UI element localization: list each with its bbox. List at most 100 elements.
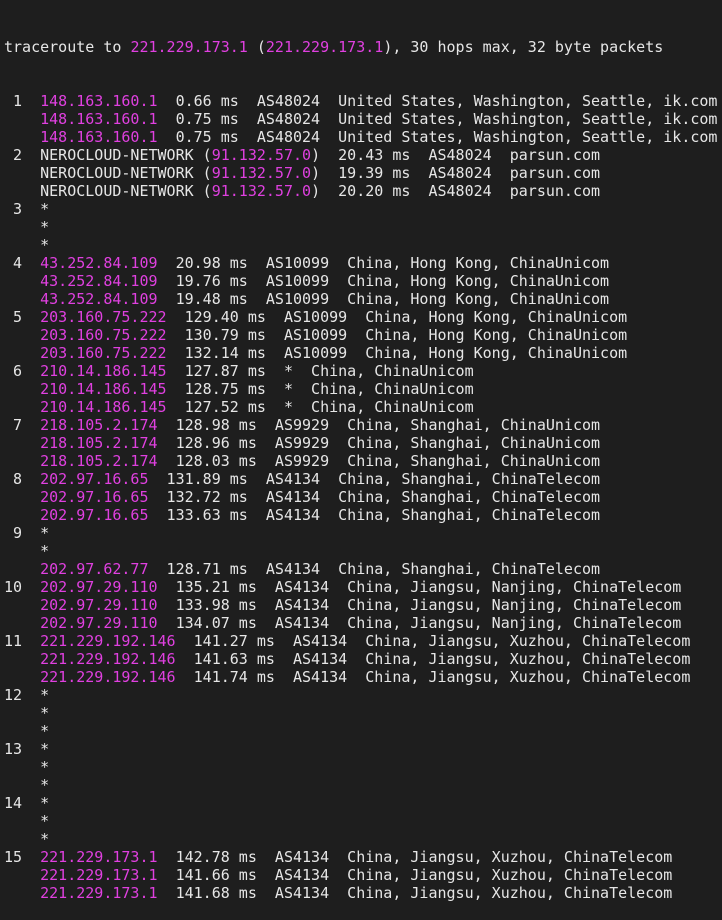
hop-details: 129.40 ms AS10099 China, Hong Kong, Chin…	[166, 308, 628, 326]
hop-line: 148.163.160.1 0.75 ms AS48024 United Sta…	[4, 110, 722, 128]
hop-line: 210.14.186.145 127.52 ms * China, ChinaU…	[4, 398, 722, 416]
hop-prefix	[4, 866, 40, 884]
hop-line: NEROCLOUD-NETWORK (91.132.57.0) 20.20 ms…	[4, 182, 722, 200]
hop-line: 221.229.192.146 141.74 ms AS4134 China, …	[4, 668, 722, 686]
hop-prefix	[4, 884, 40, 902]
hop-ip: 221.229.192.146	[40, 632, 176, 650]
hop-details: 130.79 ms AS10099 China, Hong Kong, Chin…	[166, 326, 628, 344]
hop-details: 127.87 ms * China, ChinaUnicom	[166, 362, 474, 380]
hop-line: 2 NEROCLOUD-NETWORK (91.132.57.0) 20.43 …	[4, 146, 722, 164]
hop-details: 142.78 ms AS4134 China, Jiangsu, Xuzhou,…	[157, 848, 673, 866]
hop-prefix: NEROCLOUD-NETWORK (	[4, 164, 212, 182]
hop-ip: 210.14.186.145	[40, 398, 167, 416]
hop-details: 0.66 ms AS48024 United States, Washingto…	[157, 92, 718, 110]
header-open-paren: (	[247, 38, 266, 56]
hop-line: 15 221.229.173.1 142.78 ms AS4134 China,…	[4, 848, 722, 866]
hop-details: 133.98 ms AS4134 China, Jiangsu, Nanjing…	[157, 596, 682, 614]
target-ip-paren: 221.229.173.1	[265, 38, 384, 56]
hop-ip: 218.105.2.174	[40, 416, 158, 434]
hop-prefix: 14 *	[4, 794, 50, 812]
hop-prefix: 13 *	[4, 740, 50, 758]
hop-prefix	[4, 668, 40, 686]
hop-line: 4 43.252.84.109 20.98 ms AS10099 China, …	[4, 254, 722, 272]
hop-prefix: *	[4, 776, 50, 794]
hop-details: 127.52 ms * China, ChinaUnicom	[166, 398, 474, 416]
hop-line: 218.105.2.174 128.96 ms AS9929 China, Sh…	[4, 434, 722, 452]
hop-line: 210.14.186.145 128.75 ms * China, ChinaU…	[4, 380, 722, 398]
header-suffix: ), 30 hops max, 32 byte packets	[383, 38, 664, 56]
hop-details: 133.63 ms AS4134 China, Shanghai, ChinaT…	[148, 506, 601, 524]
hop-line: 148.163.160.1 0.75 ms AS48024 United Sta…	[4, 128, 722, 146]
hop-line: 202.97.16.65 132.72 ms AS4134 China, Sha…	[4, 488, 722, 506]
hop-line: 202.97.62.77 128.71 ms AS4134 China, Sha…	[4, 560, 722, 578]
target-ip: 221.229.173.1	[130, 38, 248, 56]
hop-details: 134.07 ms AS4134 China, Jiangsu, Nanjing…	[157, 614, 682, 632]
hop-ip: 202.97.29.110	[40, 614, 158, 632]
hop-prefix	[4, 380, 40, 398]
hop-line: 221.229.192.146 141.63 ms AS4134 China, …	[4, 650, 722, 668]
hop-line: 203.160.75.222 132.14 ms AS10099 China, …	[4, 344, 722, 362]
hop-line: 202.97.29.110 133.98 ms AS4134 China, Ji…	[4, 596, 722, 614]
hop-line: *	[4, 776, 722, 794]
hop-ip: 218.105.2.174	[40, 434, 158, 452]
hop-prefix: 6	[4, 362, 41, 380]
hop-prefix: *	[4, 812, 50, 830]
hop-line: 43.252.84.109 19.48 ms AS10099 China, Ho…	[4, 290, 722, 308]
hop-prefix	[4, 326, 40, 344]
hop-line: 10 202.97.29.110 135.21 ms AS4134 China,…	[4, 578, 722, 596]
hop-details: 141.63 ms AS4134 China, Jiangsu, Xuzhou,…	[175, 650, 691, 668]
hop-prefix: NEROCLOUD-NETWORK (	[4, 182, 212, 200]
hop-line: 14 *	[4, 794, 722, 812]
hop-line: NEROCLOUD-NETWORK (91.132.57.0) 19.39 ms…	[4, 164, 722, 182]
hop-ip: 202.97.16.65	[40, 506, 149, 524]
hop-line: 11 221.229.192.146 141.27 ms AS4134 Chin…	[4, 632, 722, 650]
hop-prefix: 3 *	[4, 200, 50, 218]
hop-line: 13 *	[4, 740, 722, 758]
hop-ip: 210.14.186.145	[40, 380, 167, 398]
hop-line: 9 *	[4, 524, 722, 542]
hop-prefix: 4	[4, 254, 41, 272]
hop-prefix: 7	[4, 416, 41, 434]
hop-ip: 91.132.57.0	[211, 164, 312, 182]
hop-details: 128.96 ms AS9929 China, Shanghai, ChinaU…	[157, 434, 601, 452]
hop-prefix	[4, 272, 40, 290]
hop-details: 20.98 ms AS10099 China, Hong Kong, China…	[157, 254, 610, 272]
hop-prefix	[4, 128, 40, 146]
hop-prefix	[4, 398, 40, 416]
hop-prefix: *	[4, 830, 50, 848]
hop-prefix: *	[4, 722, 50, 740]
hop-ip: 221.229.192.146	[40, 668, 176, 686]
hop-prefix	[4, 596, 40, 614]
hop-ip: 202.97.29.110	[40, 578, 158, 596]
hop-line: *	[4, 704, 722, 722]
header-prefix: traceroute to	[4, 38, 131, 56]
hop-prefix: 9 *	[4, 524, 50, 542]
hop-line: 3 *	[4, 200, 722, 218]
hop-prefix: *	[4, 236, 50, 254]
hop-line: *	[4, 812, 722, 830]
hop-ip: 203.160.75.222	[40, 344, 167, 362]
hop-ip: 91.132.57.0	[211, 182, 312, 200]
hop-prefix	[4, 110, 40, 128]
hop-prefix: 5	[4, 308, 41, 326]
hop-details: 141.66 ms AS4134 China, Jiangsu, Xuzhou,…	[157, 866, 673, 884]
hop-prefix	[4, 290, 40, 308]
hop-line: 12 *	[4, 686, 722, 704]
hop-ip: 221.229.173.1	[40, 848, 158, 866]
hop-line: 1 148.163.160.1 0.66 ms AS48024 United S…	[4, 92, 722, 110]
terminal-window[interactable]: traceroute to 221.229.173.1 (221.229.173…	[0, 0, 722, 902]
hop-details: 19.76 ms AS10099 China, Hong Kong, China…	[157, 272, 610, 290]
hop-ip: 43.252.84.109	[40, 272, 158, 290]
hop-prefix: 10	[4, 578, 41, 596]
hop-line: *	[4, 218, 722, 236]
hop-line: 202.97.29.110 134.07 ms AS4134 China, Ji…	[4, 614, 722, 632]
hop-prefix: 8	[4, 470, 41, 488]
hop-prefix	[4, 488, 40, 506]
hop-line: 203.160.75.222 130.79 ms AS10099 China, …	[4, 326, 722, 344]
hop-ip: 43.252.84.109	[40, 290, 158, 308]
hop-details: 128.75 ms * China, ChinaUnicom	[166, 380, 474, 398]
hop-prefix: *	[4, 758, 50, 776]
hop-ip: 221.229.173.1	[40, 866, 158, 884]
hop-ip: 210.14.186.145	[40, 362, 167, 380]
hop-details: 128.71 ms AS4134 China, Shanghai, ChinaT…	[148, 560, 601, 578]
